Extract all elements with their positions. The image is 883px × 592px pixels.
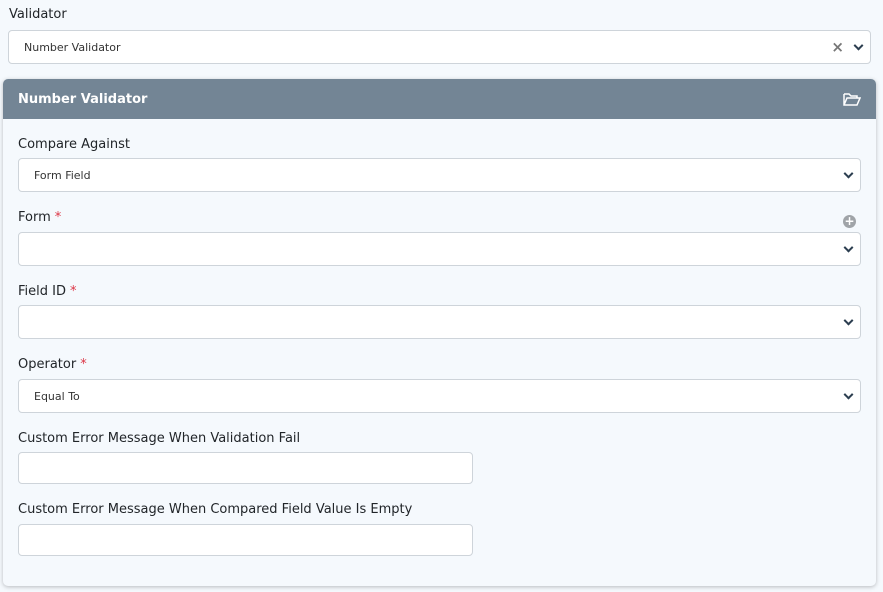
validator-value: Number Validator — [24, 40, 121, 54]
validator-select[interactable]: Number Validator × — [8, 30, 871, 64]
operator-label: Operator * — [18, 357, 87, 372]
required-marker: * — [80, 357, 87, 372]
error-empty-label: Custom Error Message When Compared Field… — [18, 502, 413, 517]
operator-label-text: Operator — [18, 357, 77, 372]
panel-header: Number Validator — [3, 79, 876, 119]
chevron-down-icon — [843, 315, 854, 326]
operator-value: Equal To — [34, 389, 80, 403]
field-id-label-text: Field ID — [18, 284, 66, 299]
field-id-label: Field ID * — [18, 284, 76, 299]
error-empty-input[interactable] — [18, 524, 473, 556]
compare-against-label: Compare Against — [18, 137, 130, 152]
operator-select[interactable]: Equal To — [18, 379, 861, 413]
form-select[interactable] — [18, 232, 861, 266]
chevron-down-icon — [843, 242, 854, 253]
validator-label: Validator — [9, 7, 67, 22]
chevron-down-icon[interactable] — [853, 40, 864, 51]
form-label: Form * — [18, 210, 61, 225]
form-label-text: Form — [18, 210, 51, 225]
chevron-down-icon — [843, 389, 854, 400]
error-fail-input[interactable] — [18, 452, 473, 484]
error-fail-label: Custom Error Message When Validation Fai… — [18, 431, 301, 446]
add-form-icon[interactable]: + — [843, 215, 856, 228]
required-marker: * — [69, 284, 77, 299]
compare-against-select[interactable]: Form Field — [18, 158, 861, 192]
panel-title: Number Validator — [18, 91, 148, 107]
chevron-down-icon — [843, 168, 854, 179]
clear-icon[interactable]: × — [831, 38, 844, 56]
required-marker: * — [54, 210, 62, 225]
folder-open-icon[interactable] — [843, 92, 861, 106]
field-id-select[interactable] — [18, 305, 861, 339]
compare-against-value: Form Field — [34, 168, 91, 182]
